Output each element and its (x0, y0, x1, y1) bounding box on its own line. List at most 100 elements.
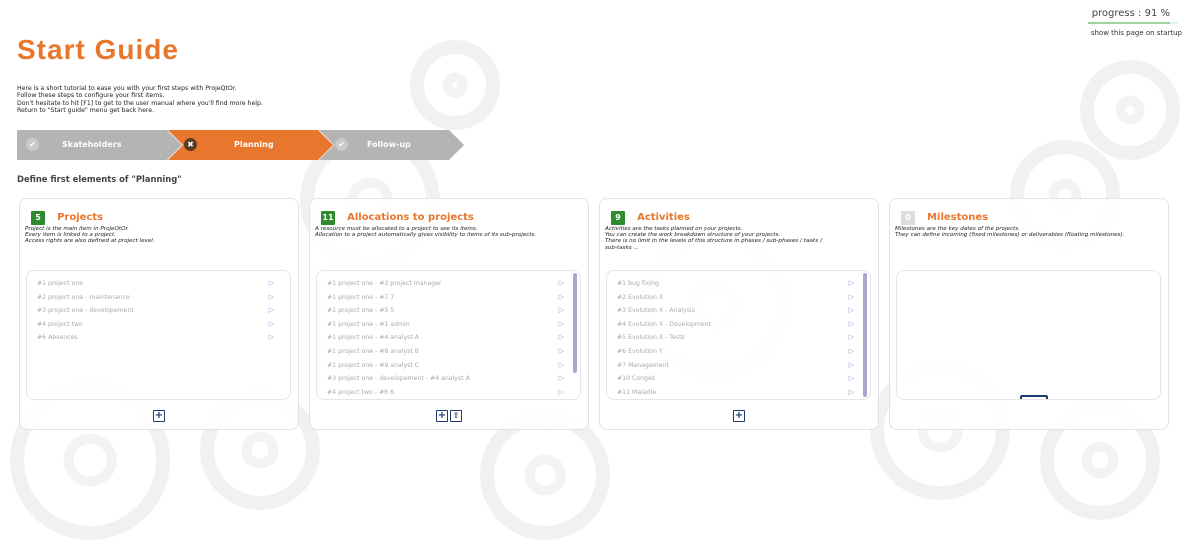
card-actions: + ⇧ (310, 405, 588, 424)
card-header: 0 Milestones (901, 207, 988, 225)
arrow-right-icon: ▷ (268, 333, 274, 342)
arrow-right-icon: ▷ (558, 374, 564, 383)
arrow-right-icon: ▷ (848, 292, 854, 301)
step-planning[interactable]: ✖ Planning (168, 130, 333, 160)
arrow-right-icon: ▷ (268, 279, 274, 287)
background-gear (1080, 60, 1180, 160)
card-description: Milestones are the key dates of the proj… (895, 226, 1165, 238)
step-label: Skateholders (62, 140, 122, 149)
milestones-card: 0 Milestones Milestones are the key date… (889, 198, 1169, 430)
check-icon: ✔ (335, 138, 348, 151)
step-follow-up[interactable]: ✔ Follow-up (319, 130, 484, 160)
list-item[interactable]: #1 bug fixing ▷ (607, 277, 870, 291)
arrow-right-icon: ▷ (848, 306, 854, 315)
list-item[interactable]: #11 Maladie ▷ (607, 386, 870, 399)
list-item[interactable]: #4 project two - #6 6 ▷ (317, 386, 580, 399)
intro-line: Return to "Start guide" menu get back he… (17, 107, 155, 115)
arrow-right-icon: ▷ (268, 319, 274, 328)
close-icon: ✖ (184, 138, 197, 151)
add-milestone-button[interactable]: + (1020, 395, 1048, 399)
list-item[interactable]: #4 project two ▷ (27, 318, 290, 332)
desc-line: Access rights are also defined at projec… (25, 238, 155, 245)
arrow-right-icon: ▷ (848, 374, 854, 383)
add-allocation-button[interactable]: + (436, 409, 448, 422)
card-description: Project is the main item in ProjeQtOr. E… (25, 226, 295, 245)
list-item[interactable]: #1 project one - #9 analyst C ▷ (317, 359, 580, 373)
step-label: Follow-up (367, 140, 411, 149)
arrow-right-icon: ▷ (848, 387, 854, 396)
list-item[interactable]: #3 project one - developement - #4 analy… (317, 372, 580, 386)
intro-text: Here is a short tutorial to ease you wit… (17, 85, 263, 115)
list-item[interactable]: #1 project one - #5 5 ▷ (317, 304, 580, 318)
arrow-right-icon: ▷ (558, 306, 564, 315)
progress-fill (1088, 22, 1170, 24)
card-title[interactable]: Allocations to projects (347, 212, 474, 223)
item-list-empty: + (896, 270, 1161, 400)
add-activity-button[interactable]: + (733, 409, 745, 422)
arrow-right-icon: ▷ (848, 346, 854, 355)
progress-label: progress : 91 % (1091, 8, 1170, 19)
card-header: 9 Activities (611, 207, 690, 225)
allocations-card: 11 Allocations to projects A resource mu… (309, 198, 589, 430)
list-item[interactable]: #1 project one ▷ (27, 277, 290, 291)
desc-line: Allocation to a project automatically gi… (315, 232, 537, 239)
card-title[interactable]: Milestones (927, 212, 988, 223)
add-project-button[interactable]: + (153, 409, 165, 422)
list-item[interactable]: #6 Evolution Y ▷ (607, 345, 870, 359)
count-badge: 9 (611, 210, 625, 225)
arrow-right-icon: ▷ (558, 360, 564, 369)
arrow-right-icon: ▷ (558, 387, 564, 396)
check-icon: ✔ (26, 138, 39, 151)
step-skateholders[interactable]: ✔ Skateholders (17, 130, 182, 160)
projects-card: 5 Projects Project is the main item in P… (19, 198, 299, 430)
list-item[interactable]: #3 Evolutoin X - Analysis ▷ (607, 304, 870, 318)
list-item[interactable]: #3 project one - developement ▷ (27, 304, 290, 318)
desc-line: They can define incoming (fixed mileston… (895, 232, 1125, 239)
arrow-right-icon: ▷ (268, 292, 274, 301)
card-actions: + (20, 405, 298, 424)
list-item[interactable]: #1 project one - #1 admin ▷ (317, 318, 580, 332)
list-item[interactable]: #2 project one - maintenance ▷ (27, 291, 290, 305)
arrow-right-icon: ▷ (268, 306, 274, 315)
item-list: #1 bug fixing ▷ #2 Evolution X ▷ #3 Evolut… (606, 270, 871, 400)
arrow-right-icon: ▷ (558, 333, 564, 342)
list-item[interactable]: #4 Evolution X - Development ▷ (607, 318, 870, 332)
card-header: 11 Allocations to projects (321, 207, 474, 225)
list-item[interactable]: #1 project one - #7 7 ▷ (317, 291, 580, 305)
arrow-right-icon: ▷ (558, 279, 564, 287)
show-on-startup-toggle[interactable]: show this page on startup (1091, 29, 1182, 37)
list-item[interactable]: #10 Congés ▷ (607, 372, 870, 386)
section-title: Define first elements of "Planning" (17, 174, 182, 184)
intro-line: Follow these steps to configure your fir… (17, 92, 165, 100)
item-list: #1 project one - #3 project manager ▷ #1 … (316, 270, 581, 400)
item-list: #1 project one ▷ #2 project one - mainten… (26, 270, 291, 400)
list-item[interactable]: #5 Evolution X - Tests ▷ (607, 331, 870, 345)
list-item[interactable]: #1 project one - #4 analyst A ▷ (317, 331, 580, 345)
progress-bar (1088, 22, 1178, 24)
list-item[interactable]: #1 project one - #3 project manager ▷ (317, 277, 580, 291)
card-description: A resource must be allocated to a projec… (315, 226, 585, 238)
intro-line: Here is a short tutorial to ease you wit… (17, 85, 237, 92)
list-item[interactable]: #7 Management ▷ (607, 359, 870, 373)
page-title: Start Guide (17, 34, 179, 65)
count-badge: 5 (31, 210, 45, 225)
card-title[interactable]: Activities (637, 212, 690, 223)
list-item[interactable]: #6 Absences ▷ (27, 331, 290, 345)
import-up-icon[interactable]: ⇧ (450, 409, 462, 422)
desc-line: sub-tasks ... (605, 244, 639, 251)
list-item[interactable]: #2 Evolution X ▷ (607, 291, 870, 305)
arrow-right-icon: ▷ (848, 279, 854, 287)
count-badge: 0 (901, 210, 915, 225)
background-gear (410, 40, 500, 130)
count-badge: 11 (321, 210, 335, 225)
card-actions: + (600, 405, 878, 424)
card-title[interactable]: Projects (57, 212, 103, 223)
arrow-right-icon: ▷ (558, 319, 564, 328)
intro-line: Don't hesitate to hit [F1] to get to the… (17, 99, 263, 107)
activities-card: 9 Activities Activities are the tasks pl… (599, 198, 879, 430)
arrow-right-icon: ▷ (848, 360, 854, 369)
arrow-right-icon: ▷ (848, 333, 854, 342)
arrow-right-icon: ▷ (558, 346, 564, 355)
card-description: Activities are the tasks planned on your… (605, 226, 875, 251)
list-item[interactable]: #1 project one - #8 analyst B ▷ (317, 345, 580, 359)
